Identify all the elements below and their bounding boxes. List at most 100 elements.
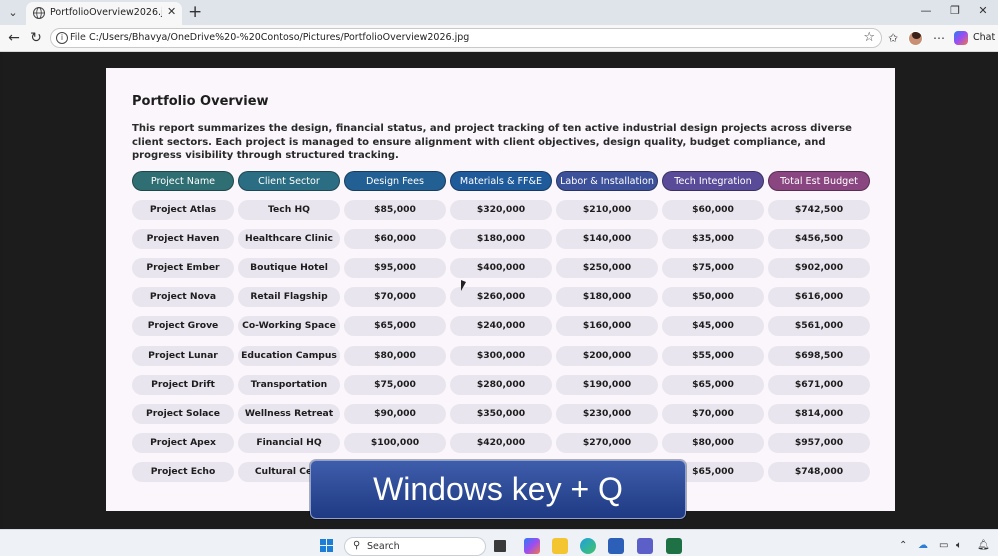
- table-cell: Retail Flagship: [238, 287, 340, 308]
- excel-icon[interactable]: [666, 538, 682, 554]
- file-explorer-icon[interactable]: [552, 538, 568, 554]
- minimize-icon[interactable]: —: [918, 4, 934, 17]
- table-cell: Project Atlas: [132, 200, 234, 220]
- table-cell: $65,000: [662, 374, 764, 395]
- browser-toolbar: ← ↻ i File C:/Users/Bhavya/OneDrive%20-%…: [0, 25, 998, 52]
- column-header: Tech Integration: [662, 171, 764, 191]
- column-header: Materials & FF&E: [450, 171, 552, 191]
- portfolio-document: Portfolio Overview This report summarize…: [106, 68, 895, 511]
- globe-icon: [33, 7, 45, 19]
- table-cell: Co-Working Space: [238, 316, 340, 337]
- table-cell: $400,000: [450, 258, 552, 279]
- table-cell: $55,000: [662, 345, 764, 366]
- close-window-icon[interactable]: ✕: [975, 4, 991, 17]
- table-cell: $250,000: [556, 258, 658, 279]
- tab-close-icon[interactable]: ✕: [167, 5, 176, 18]
- column-header: Total Est Budget: [768, 171, 870, 191]
- table-cell: Transportation: [238, 374, 340, 395]
- table-cell: $90,000: [344, 403, 446, 424]
- table-cell: $60,000: [662, 200, 764, 220]
- table-cell: Financial HQ: [238, 432, 340, 453]
- table-cell: $561,000: [768, 316, 870, 337]
- column-header: Design Fees: [344, 171, 446, 191]
- table-cell: $60,000: [344, 229, 446, 250]
- tray-chevron-icon[interactable]: ⌃: [899, 540, 907, 551]
- teams-icon[interactable]: [637, 538, 653, 554]
- search-label: Search: [367, 541, 400, 552]
- table-cell: $456,500: [768, 229, 870, 250]
- edge-browser-icon[interactable]: [580, 538, 596, 554]
- volume-icon[interactable]: 🔈︎: [956, 540, 962, 551]
- table-cell: Project Solace: [132, 403, 234, 424]
- table-cell: Project Echo: [132, 461, 234, 482]
- refresh-icon[interactable]: ↻: [28, 30, 44, 46]
- document-title: Portfolio Overview: [132, 94, 269, 109]
- column-header: Client Sector: [238, 171, 340, 191]
- table-cell: $70,000: [662, 403, 764, 424]
- favorites-icon[interactable]: ✩: [885, 30, 901, 46]
- table-cell: Boutique Hotel: [238, 258, 340, 279]
- table-cell: $200,000: [556, 345, 658, 366]
- table-cell: $240,000: [450, 316, 552, 337]
- table-cell: $80,000: [344, 345, 446, 366]
- image-viewer: Portfolio Overview This report summarize…: [3, 52, 998, 529]
- tab-title: PortfolioOverview2026.jpg (1212×: [50, 7, 162, 18]
- address-bar[interactable]: i File C:/Users/Bhavya/OneDrive%20-%20Co…: [50, 28, 882, 48]
- table-cell: $190,000: [556, 374, 658, 395]
- copilot-icon: [954, 31, 968, 45]
- table-cell: $80,000: [662, 432, 764, 453]
- tab-list-chevron-icon[interactable]: ⌄: [4, 4, 22, 22]
- table-cell: $616,000: [768, 287, 870, 308]
- profile-avatar[interactable]: [908, 31, 923, 46]
- table-cell: $270,000: [556, 432, 658, 453]
- table-cell: Project Drift: [132, 374, 234, 395]
- table-cell: $100,000: [344, 432, 446, 453]
- table-cell: $280,000: [450, 374, 552, 395]
- table-cell: $300,000: [450, 345, 552, 366]
- chat-label: Chat: [973, 32, 996, 43]
- display-icon[interactable]: ▭: [939, 540, 948, 551]
- search-icon: ⚲: [353, 540, 361, 551]
- browser-titlebar: ⌄ PortfolioOverview2026.jpg (1212× ✕ + —…: [0, 0, 998, 25]
- browser-tab[interactable]: PortfolioOverview2026.jpg (1212× ✕: [26, 2, 182, 25]
- notification-bell-icon[interactable]: 🔔︎: [977, 540, 990, 551]
- table-cell: $748,000: [768, 461, 870, 482]
- new-tab-icon[interactable]: +: [188, 2, 202, 22]
- shortcut-overlay-banner: Windows key + Q: [310, 460, 686, 519]
- table-cell: Project Nova: [132, 287, 234, 308]
- table-cell: Healthcare Clinic: [238, 229, 340, 250]
- table-cell: $742,500: [768, 200, 870, 220]
- table-cell: Project Ember: [132, 258, 234, 279]
- table-cell: $957,000: [768, 432, 870, 453]
- table-cell: Education Campus: [238, 345, 340, 366]
- back-arrow-icon[interactable]: ←: [6, 30, 22, 46]
- store-icon[interactable]: [608, 538, 624, 554]
- copilot-taskbar-icon[interactable]: [524, 538, 540, 554]
- url-text[interactable]: C:/Users/Bhavya/OneDrive%20-%20Contoso/P…: [89, 32, 469, 43]
- table-cell: Tech HQ: [238, 200, 340, 220]
- table-cell: Project Lunar: [132, 345, 234, 366]
- table-cell: $210,000: [556, 200, 658, 220]
- table-cell: $350,000: [450, 403, 552, 424]
- onedrive-cloud-icon[interactable]: ☁: [918, 540, 928, 551]
- taskbar-search[interactable]: ⚲ Search: [344, 537, 486, 556]
- windows-start-icon[interactable]: [320, 539, 334, 553]
- table-cell: $180,000: [450, 229, 552, 250]
- info-icon[interactable]: i: [56, 32, 68, 44]
- table-cell: $814,000: [768, 403, 870, 424]
- more-options-icon[interactable]: ⋯: [931, 30, 947, 46]
- table-cell: $85,000: [344, 200, 446, 220]
- favorite-star-icon[interactable]: ☆: [863, 30, 875, 45]
- table-cell: $320,000: [450, 200, 552, 220]
- table-cell: $160,000: [556, 316, 658, 337]
- restore-icon[interactable]: ❐: [947, 4, 963, 17]
- table-cell: Project Haven: [132, 229, 234, 250]
- mouse-cursor-icon: [461, 280, 466, 291]
- table-cell: Wellness Retreat: [238, 403, 340, 424]
- table-cell: $902,000: [768, 258, 870, 279]
- task-view-icon[interactable]: [494, 540, 506, 552]
- table-cell: Project Apex: [132, 432, 234, 453]
- table-cell: $35,000: [662, 229, 764, 250]
- table-cell: $180,000: [556, 287, 658, 308]
- table-cell: $230,000: [556, 403, 658, 424]
